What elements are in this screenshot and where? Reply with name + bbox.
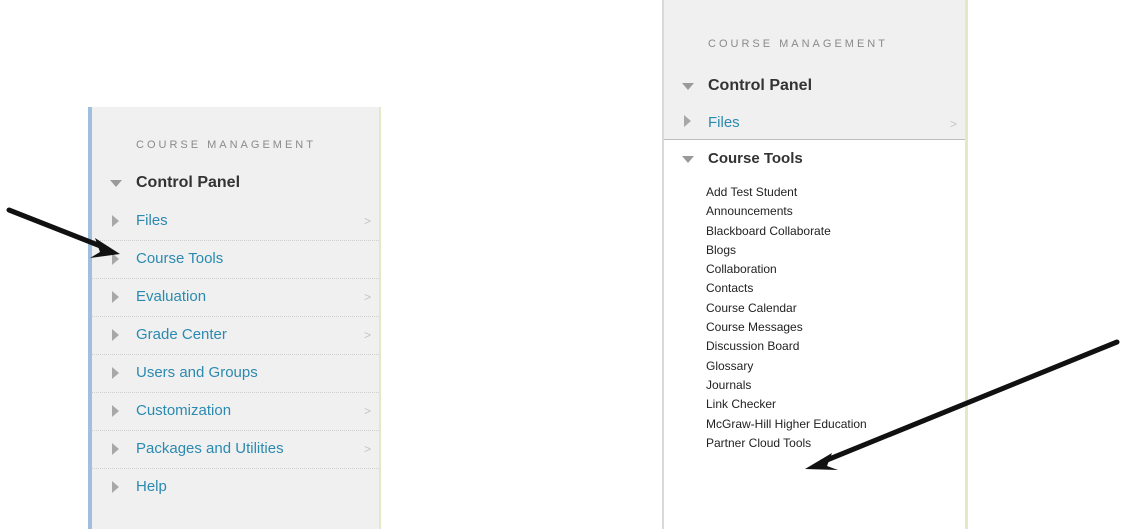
arrow-annotation-icon bbox=[805, 339, 1120, 470]
arrow-annotation-icon bbox=[6, 207, 120, 258]
annotation-arrows bbox=[6, 207, 1120, 470]
